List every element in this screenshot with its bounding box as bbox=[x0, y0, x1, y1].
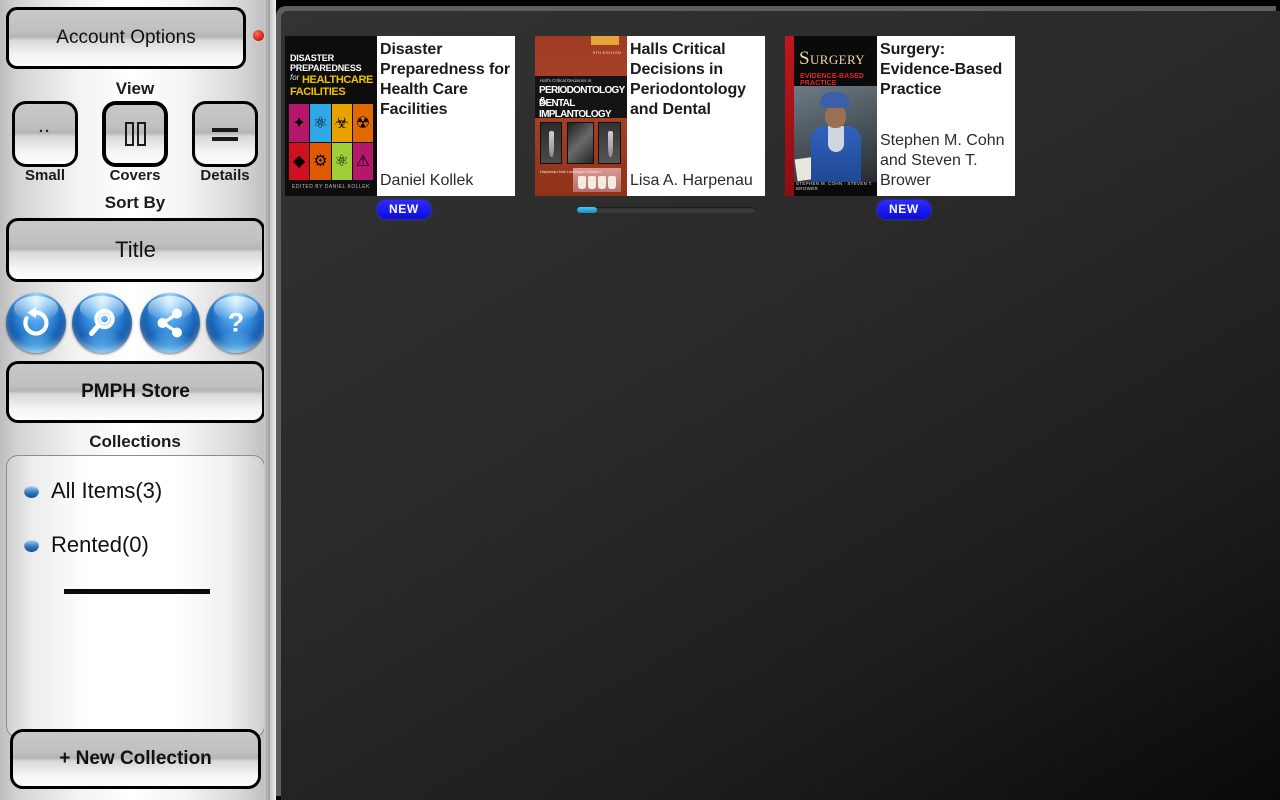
cover-xray-3 bbox=[598, 122, 621, 164]
search-button[interactable] bbox=[72, 293, 132, 353]
collection-item-rented[interactable]: Rented(0) bbox=[7, 518, 264, 572]
cover-eyebrow: Hall's Critical Decisions in bbox=[540, 78, 592, 83]
cover-photo bbox=[794, 86, 877, 182]
book-cover-image: 5TH EDITION Hall's Critical Decisions in… bbox=[535, 36, 627, 196]
cover-side-stripe bbox=[785, 36, 794, 196]
book-title: Surgery: Evidence-Based Practice bbox=[880, 41, 1003, 98]
application-window: Account Options View .. Small Covers Det… bbox=[0, 0, 1280, 800]
book-author: Daniel Kollek bbox=[380, 172, 474, 189]
book-author: Stephen M. Cohn and Steven T. Brower bbox=[880, 132, 1005, 189]
book-grid: DISASTER PREPAREDNESS for HEALTHCARE FAC… bbox=[285, 36, 1280, 219]
account-options-label: Account Options bbox=[56, 27, 196, 48]
book-text-panel: Surgery: Evidence-Based Practice Stephen… bbox=[877, 36, 1015, 196]
collections-label: Collections bbox=[89, 432, 181, 451]
help-button[interactable]: ? bbox=[206, 293, 266, 353]
sort-by-label: Sort By bbox=[104, 193, 166, 212]
sidebar: Account Options View .. Small Covers Det… bbox=[0, 0, 270, 800]
cover-credit: EDITED BY DANIEL KOLLEK bbox=[292, 184, 370, 190]
book-main: 5TH EDITION Hall's Critical Decisions in… bbox=[535, 36, 765, 196]
book-card[interactable]: Surgery EVIDENCE-BASED PRACTICE STEPHEN … bbox=[785, 36, 1015, 219]
details-list-icon bbox=[212, 127, 238, 141]
new-collection-label: + New Collection bbox=[59, 748, 212, 769]
new-collection-button[interactable]: + New Collection bbox=[10, 729, 261, 789]
collection-item-all-items[interactable]: All Items(3) bbox=[7, 464, 264, 518]
covers-icon bbox=[124, 122, 146, 146]
view-caption-details: Details bbox=[200, 167, 250, 184]
sort-by-value: Title bbox=[115, 237, 156, 262]
cover-line-2: DENTAL IMPLANTOLOGY bbox=[539, 98, 612, 120]
book-title: Disaster Preparedness for Health Care Fa… bbox=[380, 41, 511, 118]
account-status-dot bbox=[253, 30, 264, 41]
library-content-area: DISASTER PREPAREDNESS for HEALTHCARE FAC… bbox=[281, 11, 1280, 800]
small-grid-icon: .. bbox=[38, 119, 52, 136]
cover-hazard-tiles: ✦ ⚛ ☣ ☢ ◆ ⚙ ⚛ ⚠ bbox=[289, 104, 373, 180]
book-text-panel: Disaster Preparedness for Health Care Fa… bbox=[377, 36, 515, 196]
cover-xray-1 bbox=[540, 122, 562, 164]
collection-label: All Items(3) bbox=[51, 478, 163, 503]
cover-edition: 5TH EDITION bbox=[592, 50, 621, 55]
view-caption-small: Small bbox=[24, 167, 66, 184]
pmph-store-label: PMPH Store bbox=[81, 381, 190, 402]
sort-by-dropdown[interactable]: Title bbox=[6, 218, 265, 282]
pmph-store-button[interactable]: PMPH Store bbox=[6, 361, 265, 423]
cover-for-word: for bbox=[290, 73, 300, 82]
cover-xray-2 bbox=[567, 122, 594, 164]
refresh-button[interactable] bbox=[6, 293, 66, 353]
cover-top-bar bbox=[591, 36, 619, 45]
account-options-button[interactable]: Account Options bbox=[6, 7, 246, 69]
cover-title: Surgery bbox=[799, 48, 866, 69]
book-main: DISASTER PREPAREDNESS for HEALTHCARE FAC… bbox=[285, 36, 515, 196]
book-card[interactable]: 5TH EDITION Hall's Critical Decisions in… bbox=[535, 36, 765, 213]
collections-divider bbox=[64, 589, 210, 594]
reading-progress-fill bbox=[577, 207, 597, 213]
book-main: Surgery EVIDENCE-BASED PRACTICE STEPHEN … bbox=[785, 36, 1015, 196]
book-author: Lisa A. Harpenau bbox=[630, 172, 753, 189]
cover-line-3: HEALTHCARE bbox=[302, 74, 373, 86]
share-button[interactable] bbox=[140, 293, 200, 353]
view-button-covers[interactable] bbox=[102, 101, 168, 167]
bullet-icon bbox=[24, 484, 39, 498]
collection-label: Rented(0) bbox=[51, 532, 149, 557]
cover-line-2: PREPAREDNESS bbox=[290, 63, 362, 73]
cover-line-1: DISASTER bbox=[290, 53, 334, 63]
bullet-icon bbox=[24, 538, 39, 552]
help-icon: ? bbox=[228, 308, 245, 338]
cover-authors: Harpenau Hall Lundergan Sandhu bbox=[540, 169, 601, 174]
search-icon bbox=[89, 308, 115, 336]
book-card[interactable]: DISASTER PREPAREDNESS for HEALTHCARE FAC… bbox=[285, 36, 515, 219]
view-button-details[interactable] bbox=[192, 101, 258, 167]
cover-subtitle: EVIDENCE-BASED PRACTICE bbox=[800, 73, 865, 87]
book-text-panel: Halls Critical Decisions in Periodontolo… bbox=[627, 36, 765, 196]
view-button-small[interactable]: .. bbox=[12, 101, 78, 167]
view-section-label: View bbox=[115, 79, 155, 98]
refresh-icon bbox=[23, 307, 49, 336]
status-badge: NEW bbox=[377, 200, 431, 219]
cover-credit: STEPHEN M. COHN · STEVEN T. BROWER bbox=[796, 181, 873, 191]
cover-line-4: FACILITIES bbox=[290, 86, 346, 98]
share-icon bbox=[157, 308, 182, 338]
collections-panel: All Items(3) Rented(0) bbox=[6, 455, 265, 738]
status-badge: NEW bbox=[877, 200, 931, 219]
book-title: Halls Critical Decisions in Periodontolo… bbox=[630, 41, 746, 118]
reading-progress-bar bbox=[577, 207, 755, 213]
book-cover-image: Surgery EVIDENCE-BASED PRACTICE STEPHEN … bbox=[785, 36, 877, 196]
view-caption-covers: Covers bbox=[109, 167, 161, 184]
svg-text:?: ? bbox=[228, 308, 245, 338]
book-cover-image: DISASTER PREPAREDNESS for HEALTHCARE FAC… bbox=[285, 36, 377, 196]
